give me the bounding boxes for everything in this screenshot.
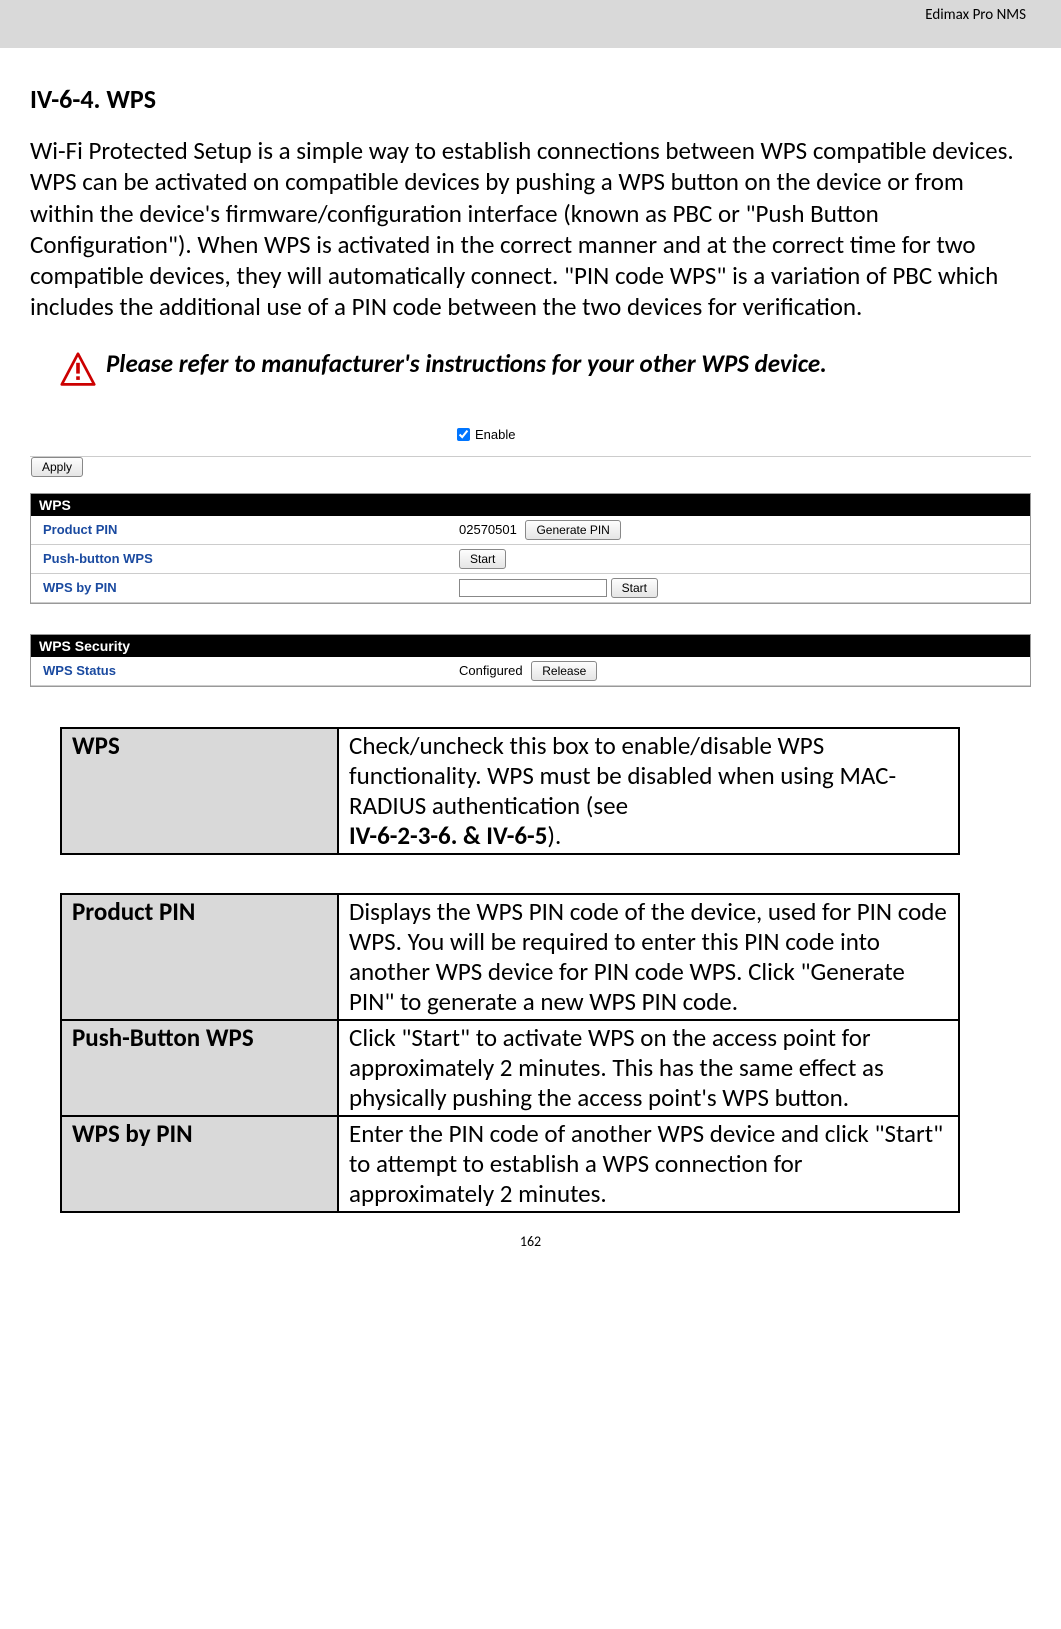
table-row: Product PIN Displays the WPS PIN code of… <box>61 894 959 1020</box>
description-table-2: Product PIN Displays the WPS PIN code of… <box>60 893 960 1213</box>
table-row: Push-Button WPS Click "Start" to activat… <box>61 1020 959 1116</box>
table-row: WPS Check/uncheck this box to enable/dis… <box>61 728 959 854</box>
desc-wps-by-pin-label: WPS by PIN <box>61 1116 338 1212</box>
desc-wps-text: Check/uncheck this box to enable/disable… <box>338 728 959 854</box>
desc-wps-label: WPS <box>61 728 338 854</box>
wps-security-header: WPS Security <box>31 635 1030 657</box>
push-button-label: Push-button WPS <box>31 544 451 573</box>
desc-push-button-text: Click "Start" to activate WPS on the acc… <box>338 1020 959 1116</box>
desc-wps-text-b: IV-6-2-3-6. & IV-6-5 <box>349 820 547 851</box>
wps-status-row: WPS Status Configured Release <box>31 657 1030 686</box>
desc-wps-by-pin-text: Enter the PIN code of another WPS device… <box>338 1116 959 1212</box>
header-bar: Edimax Pro NMS <box>0 0 1061 48</box>
wps-by-pin-start-button[interactable]: Start <box>611 578 658 598</box>
note-text: Please refer to manufacturer's instructi… <box>106 348 827 379</box>
header-product-name: Edimax Pro NMS <box>925 6 1026 24</box>
description-table-1: WPS Check/uncheck this box to enable/dis… <box>60 727 960 855</box>
desc-wps-text-a: Check/uncheck this box to enable/disable… <box>349 730 896 821</box>
table-row: WPS by PIN Enter the PIN code of another… <box>61 1116 959 1212</box>
wps-panel-header: WPS <box>31 494 1030 516</box>
note-row: Please refer to manufacturer's instructi… <box>60 348 1031 388</box>
wps-by-pin-row: WPS by PIN Start <box>31 573 1030 602</box>
wps-status-label: WPS Status <box>31 657 451 686</box>
generate-pin-button[interactable]: Generate PIN <box>525 520 620 540</box>
wps-enable-text: Enable <box>475 427 515 442</box>
apply-button[interactable]: Apply <box>31 457 83 477</box>
wps-security-panel: WPS Security WPS Status Configured Relea… <box>30 634 1031 687</box>
desc-push-button-label: Push-Button WPS <box>61 1020 338 1116</box>
desc-product-pin-text: Displays the WPS PIN code of the device,… <box>338 894 959 1020</box>
wps-by-pin-input[interactable] <box>459 579 607 597</box>
desc-wps-text-c: ). <box>547 820 561 851</box>
section-heading: IV-6-4. WPS <box>30 83 1031 115</box>
wps-by-pin-label: WPS by PIN <box>31 573 451 602</box>
wps-enable-checkbox[interactable] <box>457 428 470 441</box>
wps-status-value: Configured <box>459 663 523 678</box>
product-pin-value: 02570501 <box>459 522 517 537</box>
product-pin-row: Product PIN 02570501 Generate PIN <box>31 516 1030 545</box>
wps-enable-panel: Enable Apply <box>30 413 1031 483</box>
wps-panel: WPS Product PIN 02570501 Generate PIN Pu… <box>30 493 1031 604</box>
push-button-row: Push-button WPS Start <box>31 544 1030 573</box>
product-pin-label: Product PIN <box>31 516 451 545</box>
page-number: 162 <box>30 1233 1031 1260</box>
desc-product-pin-label: Product PIN <box>61 894 338 1020</box>
warning-icon <box>60 352 96 388</box>
wps-enable-left <box>38 415 448 454</box>
push-button-start-button[interactable]: Start <box>459 549 506 569</box>
intro-paragraph: Wi-Fi Protected Setup is a simple way to… <box>30 135 1031 323</box>
release-button[interactable]: Release <box>531 661 597 681</box>
